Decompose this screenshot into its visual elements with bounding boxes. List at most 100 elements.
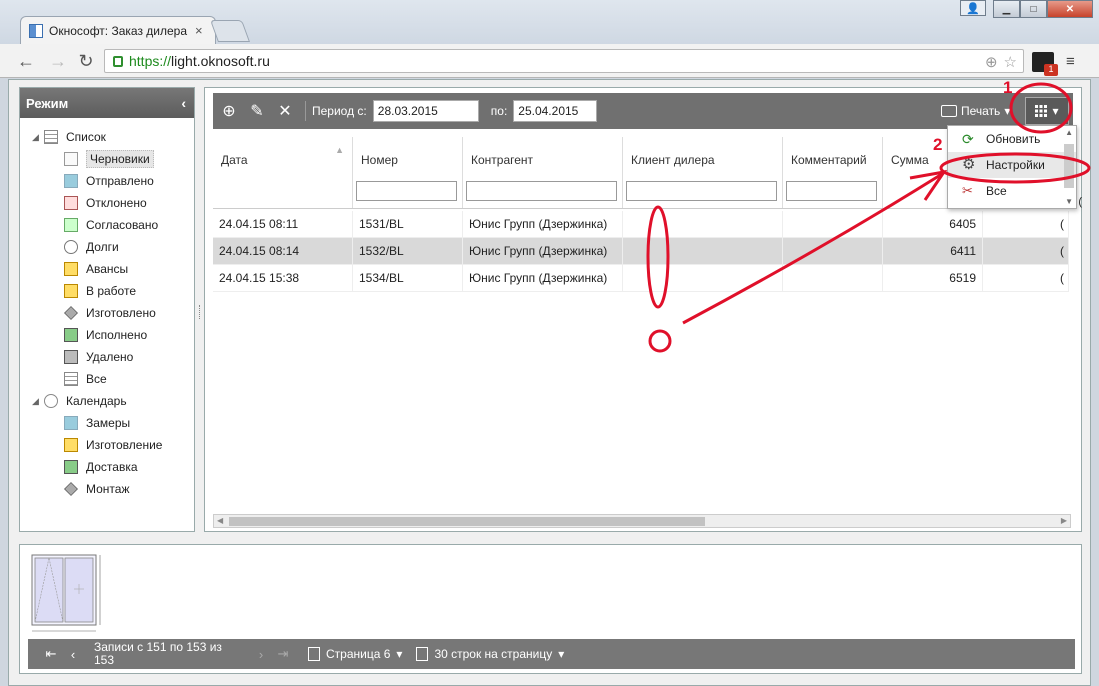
cell-client [623,210,783,238]
tree-item-deleted[interactable]: Удалено [20,346,194,368]
last-page-icon[interactable]: ⇥ [272,646,294,662]
column-number[interactable]: Номер [353,137,463,208]
tree-item-completed[interactable]: Исполнено [20,324,194,346]
cell-number: 1532/BL [353,237,463,265]
sidebar-collapse-icon[interactable]: ‹ [181,95,186,111]
scroll-up-icon[interactable]: ▲ [1065,128,1073,137]
tree-group-calendar[interactable]: ◢ Календарь [20,390,194,412]
tree-item-label: Доставка [86,460,138,474]
add-icon[interactable]: ⊕ [219,101,239,121]
tree-item-label: Согласовано [86,218,159,232]
cell-number: 1531/BL [353,210,463,238]
new-tab-button[interactable] [209,20,251,42]
sort-asc-icon[interactable]: ▲ [335,145,344,155]
tree-item-drafts[interactable]: Черновики [20,148,194,170]
menu-item-refresh[interactable]: ⟳ Обновить [948,126,1076,152]
next-page-icon[interactable]: › [250,647,272,662]
scroll-down-icon[interactable]: ▼ [1065,197,1073,206]
period-from-input[interactable]: 28.03.2015 [372,100,479,122]
cell-number: 1534/BL [353,264,463,292]
table-row[interactable]: 24.04.15 08:14 1532/BL Юнис Групп (Дзерж… [213,237,1069,265]
column-comment[interactable]: Комментарий [783,137,883,208]
bookmark-star-icon[interactable]: ☆ [1004,53,1017,71]
cell-date: 24.04.15 08:14 [213,237,353,265]
column-dealer-client[interactable]: Клиент дилера [623,137,783,208]
filter-number-input[interactable] [356,181,457,201]
page-selector[interactable]: Страница 6 ▾ [308,647,402,661]
annotation-marker-1: 1 [1003,78,1013,97]
tree-item-all[interactable]: Все [20,368,194,390]
column-title: Дата [221,153,248,167]
close-window-button[interactable]: ✕ [1047,0,1093,18]
period-to-input[interactable]: 25.04.2015 [513,100,598,122]
trash-icon [64,350,78,364]
browser-menu-icon[interactable]: ≡ [1066,53,1080,70]
back-icon[interactable]: ← [14,50,38,72]
filter-comment-input[interactable] [786,181,877,201]
scroll-right-icon[interactable]: ▶ [1061,516,1067,525]
toolbar-divider [305,101,306,121]
tools-icon [64,306,78,320]
user-profile-button[interactable]: 👤 [960,0,986,16]
scroll-left-icon[interactable]: ◀ [217,516,223,525]
delivery-truck-icon [64,460,78,474]
first-page-icon[interactable]: ⇤ [40,646,62,662]
tree-group-list[interactable]: ◢ Список [20,126,194,148]
tree-item-delivery[interactable]: Доставка [20,456,194,478]
rows-per-page-selector[interactable]: 30 строк на страницу ▾ [416,647,564,661]
tree-item-installation[interactable]: Монтаж [20,478,194,500]
tree-item-debts[interactable]: Долги [20,236,194,258]
sent-icon [64,174,78,188]
tree-item-in-progress[interactable]: В работе [20,280,194,302]
reload-icon[interactable]: ↻ [74,50,98,72]
print-button[interactable]: Печать ▾ [941,93,1010,129]
browser-tab[interactable]: Окнософт: Заказ дилера × [20,16,216,44]
tree-item-advances[interactable]: Авансы [20,258,194,280]
minimize-button[interactable]: ▁ [993,0,1020,18]
tree-item-label: Все [86,372,107,386]
forward-icon[interactable]: → [46,50,70,72]
menu-item-settings[interactable]: ⚙ Настройки [948,152,1076,178]
folder-icon [64,284,78,298]
gear-icon: ⚙ [962,156,976,173]
tab-close-icon[interactable]: × [195,23,203,38]
column-title: Комментарий [791,153,867,167]
browser-toolbar: ← → ↻ https://light.oknosoft.ru ⊕ ☆ 1 ≡ [0,44,1099,78]
tree-item-label: Монтаж [86,482,130,496]
menu-item-all[interactable]: ✂ Все [948,178,1076,204]
menu-item-label: Настройки [986,158,1045,172]
tree-item-measurements[interactable]: Замеры [20,412,194,434]
scrollbar-thumb[interactable] [229,517,705,526]
annotation-marker-2: 2 [933,135,943,154]
column-partner[interactable]: Контрагент [463,137,623,208]
tree-item-production[interactable]: Изготовление [20,434,194,456]
cell-extra: ( [983,210,1069,238]
chevron-down-icon: ▾ [1052,104,1059,118]
table-row[interactable]: 24.04.15 08:11 1531/BL Юнис Групп (Дзерж… [213,210,1069,238]
filter-client-input[interactable] [626,181,777,201]
expand-icon[interactable]: ◢ [32,396,44,407]
address-bar[interactable]: https://light.oknosoft.ru ⊕ ☆ [104,49,1024,73]
tree-item-manufactured[interactable]: Изготовлено [20,302,194,324]
column-title: Номер [361,153,398,167]
cell-partner: Юнис Групп (Дзержинка) [463,210,623,238]
column-date[interactable]: Дата ▲ [213,137,353,208]
delete-icon[interactable]: ✕ [275,101,295,121]
filter-partner-input[interactable] [466,181,617,201]
tree-item-approved[interactable]: Согласовано [20,214,194,236]
tree-item-rejected[interactable]: Отклонено [20,192,194,214]
edit-icon[interactable]: ✎ [247,101,267,121]
production-icon [64,438,78,452]
location-icon[interactable]: ⊕ [985,53,998,71]
panel-splitter[interactable] [199,305,201,319]
debts-icon [64,240,78,254]
horizontal-scrollbar[interactable]: ◀ ▶ [213,514,1071,528]
maximize-button[interactable]: □ [1020,0,1047,18]
tree-item-sent[interactable]: Отправлено [20,170,194,192]
table-row[interactable]: 24.04.15 15:38 1534/BL Юнис Групп (Дзерж… [213,264,1069,292]
prev-page-icon[interactable]: ‹ [62,647,84,662]
rejected-icon [64,196,78,210]
grid-menu-button[interactable]: ▾ [1025,97,1069,125]
expand-icon[interactable]: ◢ [32,132,44,143]
dropdown-scrollbar[interactable] [1064,144,1074,188]
